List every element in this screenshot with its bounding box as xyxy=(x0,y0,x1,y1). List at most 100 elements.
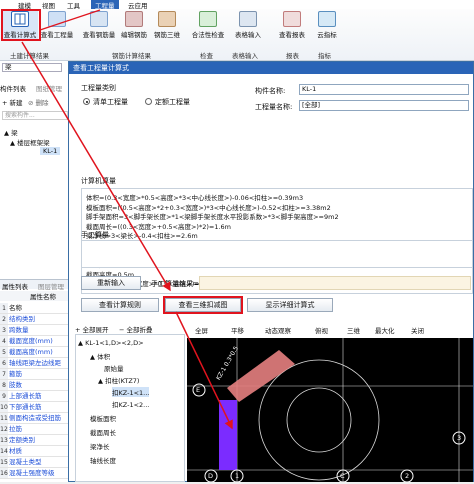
edit-rebar-button[interactable]: 编辑钢筋 xyxy=(119,11,149,39)
tree-axis-length[interactable]: 轴线长度 xyxy=(90,455,116,465)
table-input-label: 表格输入 xyxy=(235,31,261,39)
radio-list-label: 清单工程量 xyxy=(93,98,128,106)
pan-button[interactable]: 平移 xyxy=(231,325,244,335)
tree-net-length[interactable]: 梁净长 xyxy=(90,441,110,451)
prop-row[interactable]: 3 跨数量 xyxy=(0,325,72,336)
radio-quota-label: 定额工程量 xyxy=(155,98,190,106)
prop-row-name: 名称 xyxy=(9,304,22,312)
prop-row-name: 肢数 xyxy=(9,381,22,389)
prop-row-number: 2 xyxy=(0,314,8,324)
dialog-title: 查看工程量计算式 xyxy=(69,62,473,74)
collapse-all-button[interactable]: − 全部折叠 xyxy=(119,324,153,334)
prop-row-number: 13 xyxy=(0,435,8,445)
prop-row-number: 12 xyxy=(0,424,8,434)
prop-row[interactable]: 13 定额类别 xyxy=(0,435,72,446)
prop-row[interactable]: 12 拉筋 xyxy=(0,424,72,435)
new-label: 新建 xyxy=(9,99,23,107)
manual-result-label: 手工算量结果= xyxy=(151,280,199,288)
floor-select[interactable]: 梁 xyxy=(2,63,62,72)
group-check: 检查 xyxy=(200,52,213,60)
3d-view-canvas[interactable]: E D 1 C 2 3 KZ-1 0.3*0.5 xyxy=(187,338,473,483)
prop-row[interactable]: 8 肢数 xyxy=(0,380,72,391)
prop-row[interactable]: 5 截面高度(mm) xyxy=(0,347,72,358)
group-index: 指标 xyxy=(318,52,331,60)
tree-formwork[interactable]: 模板面积 xyxy=(90,413,116,423)
prop-row-number: 3 xyxy=(0,325,8,335)
validity-check-button[interactable]: 合法性检查 xyxy=(190,11,226,39)
new-button[interactable]: + 新建 xyxy=(2,97,23,107)
show-detail-button[interactable]: 显示详细计算式 xyxy=(247,298,333,312)
tree-node-kl1[interactable]: KL-1 xyxy=(40,147,61,155)
prop-row-name: 轴线距梁左边线距 xyxy=(9,359,61,367)
prop-tab-attributes[interactable]: 属性列表 xyxy=(2,281,28,291)
new-icon: + xyxy=(2,99,8,107)
edit-rebar-label: 编辑钢筋 xyxy=(121,31,147,39)
manual-input[interactable] xyxy=(81,240,473,268)
prop-tabs: 属性列表 图层管理 xyxy=(0,279,72,291)
reinput-button[interactable]: 重新输入 xyxy=(81,276,141,290)
cloud-index-button[interactable]: 云指标 xyxy=(314,11,340,39)
topview-button[interactable]: 俯视 xyxy=(315,325,328,335)
3d-button[interactable]: 三维 xyxy=(347,325,360,335)
prop-row-number: 9 xyxy=(0,391,8,401)
expand-all-button[interactable]: + 全部展开 xyxy=(75,324,109,334)
tree-deduct-kz1-a[interactable]: 扣KZ-1<1... xyxy=(112,387,150,397)
tree-deduct-kz1-b[interactable]: 扣KZ-1<2... xyxy=(112,399,149,409)
prop-row[interactable]: 2 结构类别 xyxy=(0,314,72,325)
prop-row[interactable]: 16 混凝土强度等级 xyxy=(0,468,72,479)
prop-row-name: 定额类别 xyxy=(9,436,35,444)
radio-quota-qty[interactable] xyxy=(145,98,152,105)
view-rebar-button[interactable]: 查看钢筋量 xyxy=(82,11,116,39)
close-view-button[interactable]: 关闭 xyxy=(411,325,424,335)
prop-row-number: 6 xyxy=(0,358,8,368)
axis-label-d: D xyxy=(208,472,214,480)
menu-bar: 建模 视图 工具 工程量 云应用 xyxy=(0,0,474,10)
manual-label: 手工算量 xyxy=(81,231,109,239)
rule-label: 工程量类别 xyxy=(81,84,116,92)
left-tab-components[interactable]: 构件列表 xyxy=(0,83,26,93)
view-quantity-button[interactable]: 查看工程量 xyxy=(40,11,74,39)
view-report-button[interactable]: 查看报表 xyxy=(276,11,308,39)
tree-node-beam[interactable]: ▲ 梁 xyxy=(4,127,18,137)
table-icon xyxy=(239,11,257,27)
comp-name-select[interactable]: KL-1 xyxy=(299,84,469,95)
rebar-3d-button[interactable]: 钢筋三维 xyxy=(152,11,182,39)
prop-row[interactable]: 7 箍筋 xyxy=(0,369,72,380)
prop-row-number: 1 xyxy=(0,303,8,313)
report-icon xyxy=(283,11,301,27)
prop-row[interactable]: 9 上部通长筋 xyxy=(0,391,72,402)
rebar-3d-icon xyxy=(158,11,176,27)
prop-row[interactable]: 1 名称 xyxy=(0,303,72,314)
prop-row[interactable]: 15 混凝土类型 xyxy=(0,457,72,468)
tree-deduct-column[interactable]: ▲ 扣柱(KTZ7) xyxy=(98,375,139,385)
maximize-button[interactable]: 最大化 xyxy=(375,325,395,335)
axis-label-e: E xyxy=(196,386,201,394)
tree-perimeter[interactable]: 截面周长 xyxy=(90,427,116,437)
prop-row-number: 5 xyxy=(0,347,8,357)
left-tab-drawings[interactable]: 图纸管理 xyxy=(36,83,62,93)
delete-button[interactable]: ⊘ 删除 xyxy=(28,97,49,107)
tree-volume-label: 体积 xyxy=(97,353,111,361)
qty-name-label: 工程量名称: xyxy=(255,103,293,111)
tree-deduct-column-label: 扣柱(KTZ7) xyxy=(105,377,140,385)
qty-name-select[interactable]: [全部] xyxy=(299,100,469,111)
tree-original[interactable]: 原始量 xyxy=(104,363,124,373)
tree-volume[interactable]: ▲ 体积 xyxy=(90,351,110,361)
prop-row[interactable]: 11 侧面构造或受扭筋 xyxy=(0,413,72,424)
radio-list-qty[interactable] xyxy=(83,98,90,105)
prop-row[interactable]: 14 材质 xyxy=(0,446,72,457)
prop-tab-layers[interactable]: 图层管理 xyxy=(38,281,64,291)
prop-row[interactable]: 10 下部通长筋 xyxy=(0,402,72,413)
prop-row[interactable]: 6 轴线距梁左边线距 xyxy=(0,358,72,369)
view-rule-button[interactable]: 查看计算规则 xyxy=(81,298,159,312)
quantity-formula-dialog: 查看工程量计算式 工程量类别 清单工程量 定额工程量 构件名称: KL-1 工程… xyxy=(68,61,474,483)
search-input[interactable]: 搜索构件... xyxy=(2,111,68,120)
tree-kl1[interactable]: ▲ KL-1<1,D><2,D> xyxy=(78,339,144,347)
table-input-button[interactable]: 表格输入 xyxy=(232,11,264,39)
tree-node-frame-beam-label: 楼层框架梁 xyxy=(17,139,50,147)
tree-node-frame-beam[interactable]: ▲ 楼层框架梁 xyxy=(10,137,50,147)
orbit-button[interactable]: 动态观察 xyxy=(265,325,291,335)
fullscreen-button[interactable]: 全屏 xyxy=(195,325,208,335)
prop-row[interactable]: 4 截面宽度(mm) xyxy=(0,336,72,347)
circular-grid-inner xyxy=(286,387,352,453)
